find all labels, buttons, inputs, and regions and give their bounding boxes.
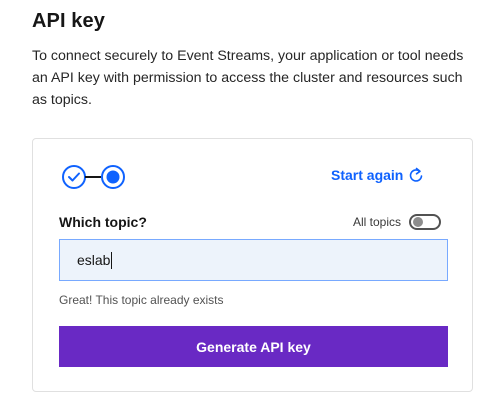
restart-icon	[410, 167, 423, 182]
api-key-card: Start again Which topic? All topics esla…	[32, 138, 473, 392]
all-topics-toggle-group: All topics	[353, 214, 442, 230]
toggle-knob	[413, 217, 424, 227]
topic-field-label: Which topic?	[59, 214, 147, 230]
progress-stepper	[62, 165, 125, 189]
all-topics-toggle[interactable]	[409, 214, 442, 230]
topic-input[interactable]: eslab	[59, 239, 448, 281]
page-description: To connect securely to Event Streams, yo…	[32, 48, 464, 108]
topic-helper-text: Great! This topic already exists	[59, 293, 224, 307]
start-again-label: Start again	[331, 167, 404, 183]
text-cursor	[111, 251, 113, 269]
api-key-page: API key To connect securely to Event Str…	[0, 0, 504, 402]
all-topics-label: All topics	[353, 215, 402, 229]
page-title: API key	[32, 10, 105, 32]
current-step-dot-icon	[101, 165, 125, 189]
generate-api-key-button[interactable]: Generate API key	[59, 326, 448, 367]
topic-input-value: eslab	[77, 252, 111, 268]
checkmark-icon	[62, 165, 86, 189]
start-again-link[interactable]: Start again	[331, 167, 423, 183]
